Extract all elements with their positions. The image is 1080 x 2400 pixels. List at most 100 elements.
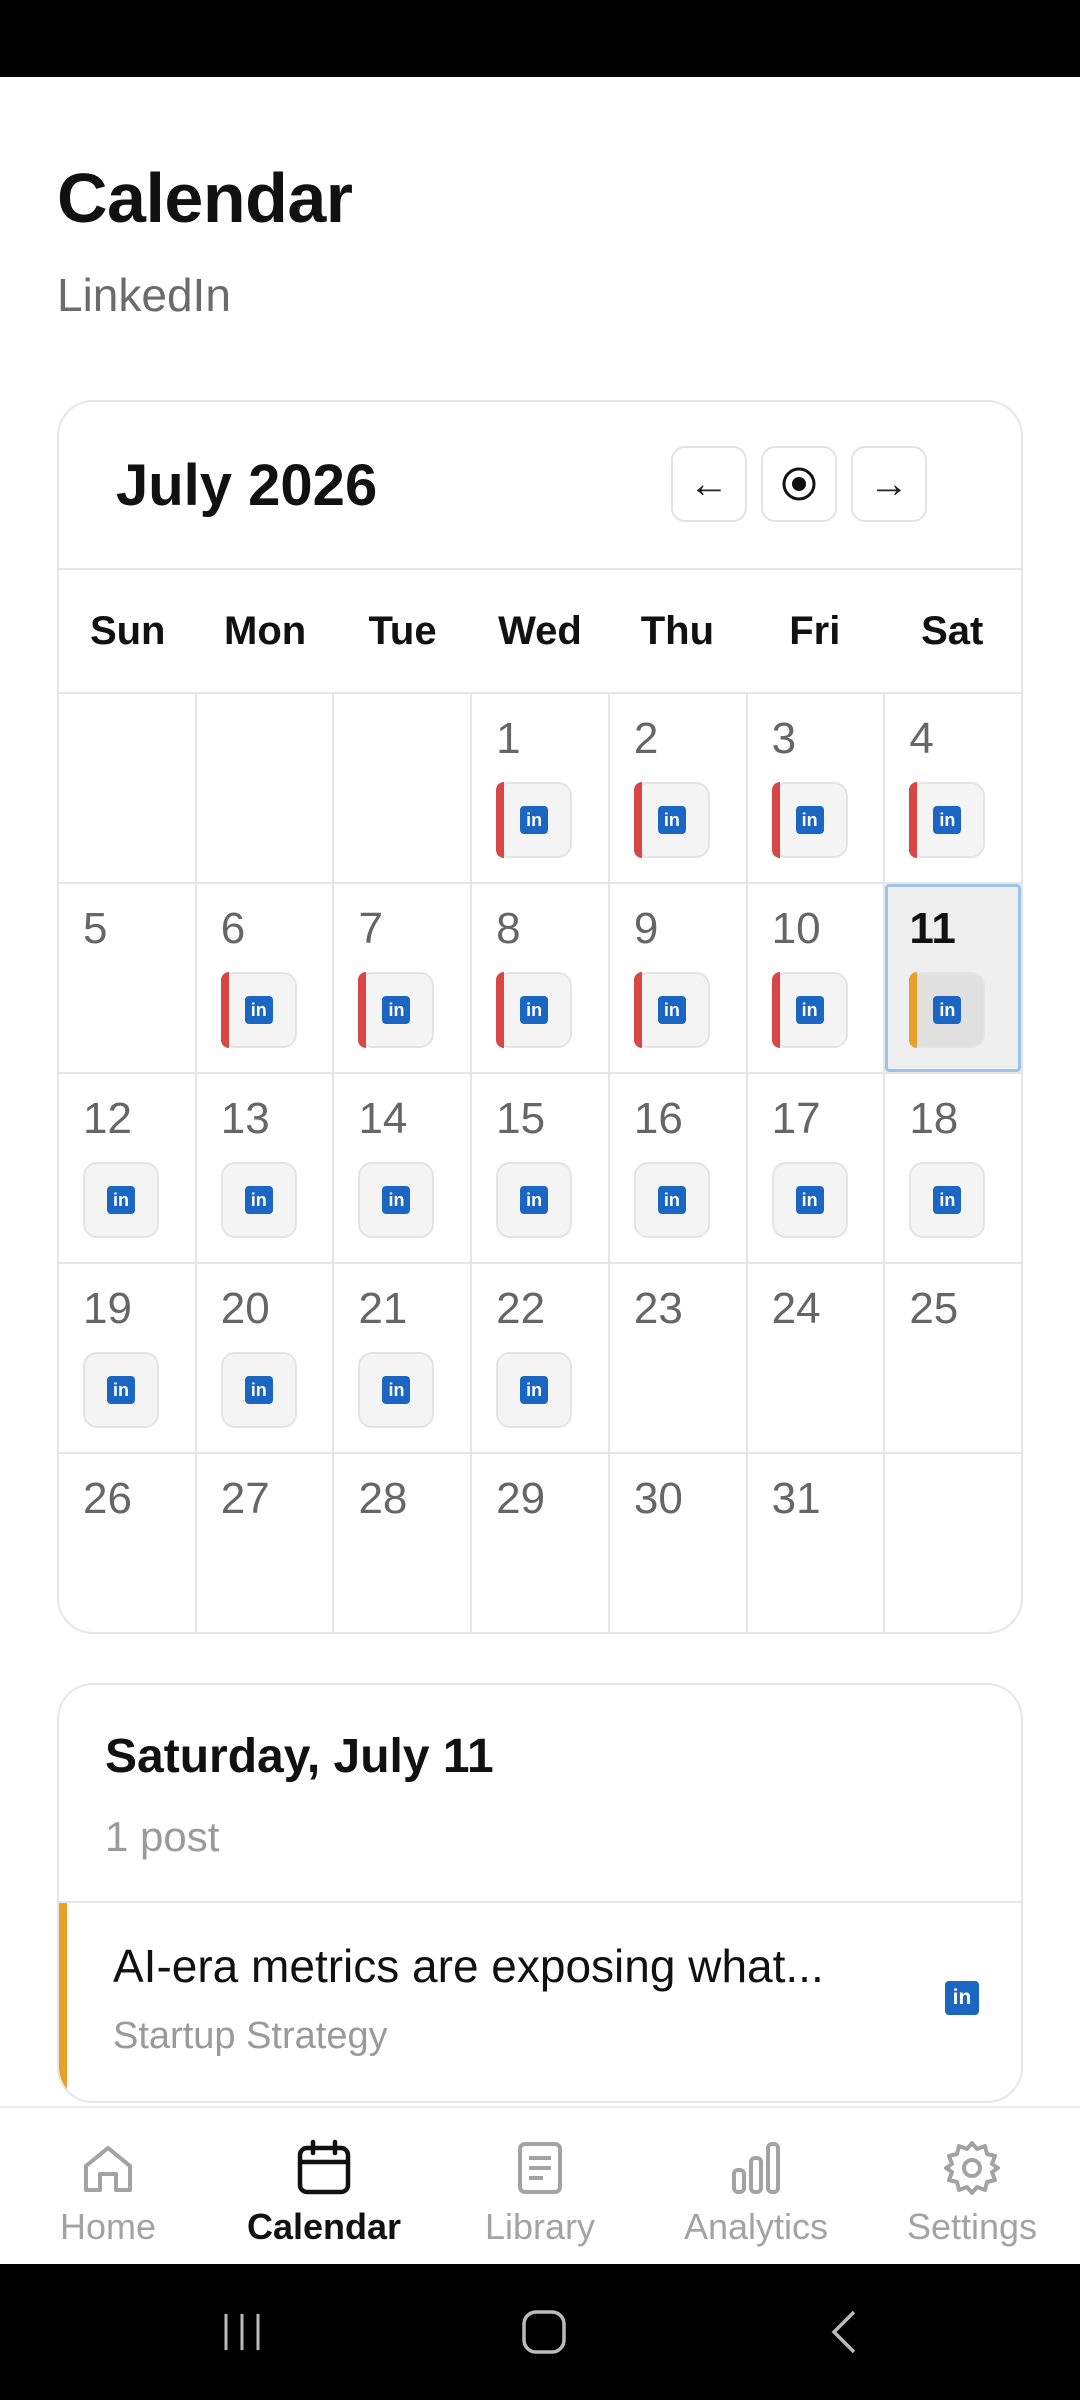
day-cell[interactable]: 19 in — [59, 1264, 197, 1452]
linkedin-icon: in — [520, 1376, 549, 1404]
scheduled-post-chip[interactable]: in — [83, 1162, 159, 1238]
day-cell[interactable]: 25 — [885, 1264, 1021, 1452]
tab-label: Settings — [906, 2206, 1038, 2247]
today-button[interactable] — [761, 446, 837, 522]
day-number: 9 — [633, 904, 659, 953]
day-number: 6 — [220, 904, 246, 953]
calendar-week-row: 12 in 13 in 14 in 15 in 16 in 17 in 18 i… — [59, 1074, 1021, 1264]
system-navigation-bar — [0, 2264, 1080, 2400]
day-cell[interactable]: 27 — [197, 1454, 335, 1632]
scheduled-post-chip[interactable]: in — [220, 1352, 297, 1428]
day-cell[interactable]: 2 in — [610, 694, 748, 882]
day-cell[interactable]: 20 in — [197, 1264, 335, 1452]
scheduled-post-chip[interactable]: in — [358, 1162, 435, 1238]
day-cell[interactable]: 5 — [59, 884, 197, 1072]
linkedin-icon: in — [795, 996, 824, 1024]
day-cell[interactable]: 7 in — [334, 884, 473, 1072]
recent-apps-button[interactable] — [182, 2264, 302, 2400]
scheduled-post-chip[interactable]: in — [358, 972, 435, 1048]
day-cell[interactable]: 23 — [610, 1264, 748, 1452]
back-button[interactable] — [786, 2264, 906, 2400]
tab-home[interactable]: Home — [0, 2108, 216, 2266]
day-cell[interactable]: 9 in — [610, 884, 748, 1072]
scheduled-post-chip[interactable]: in — [220, 1162, 297, 1238]
day-number: 2 — [633, 714, 659, 763]
day-cell[interactable]: 18 in — [885, 1074, 1021, 1262]
scheduled-post-chip[interactable]: in — [496, 1162, 573, 1238]
calendar-card: July 2026 ← → Sun Mon Tue Wed Thu Fri Sa… — [57, 400, 1023, 1634]
scheduled-post-chip[interactable]: in — [909, 972, 986, 1048]
day-number: 5 — [83, 904, 108, 953]
scheduled-post-chip[interactable]: in — [909, 782, 986, 858]
day-number: 11 — [909, 904, 956, 953]
day-cell[interactable]: 15 in — [472, 1074, 610, 1262]
day-cell[interactable]: 26 — [59, 1454, 197, 1632]
tab-calendar[interactable]: Calendar — [216, 2108, 432, 2266]
tab-analytics[interactable]: Analytics — [648, 2108, 864, 2266]
prev-month-button[interactable]: ← — [671, 446, 747, 522]
day-cell[interactable]: 10 in — [748, 884, 886, 1072]
linkedin-icon: in — [382, 996, 411, 1024]
tab-library[interactable]: Library — [432, 2108, 648, 2266]
scheduled-post-chip[interactable]: in — [771, 972, 848, 1048]
linkedin-icon: in — [933, 996, 962, 1024]
scheduled-post-chip[interactable]: in — [771, 1162, 848, 1238]
day-number: 26 — [83, 1474, 132, 1523]
scheduled-post-chip[interactable]: in — [909, 1162, 986, 1238]
day-cell[interactable]: 17 in — [748, 1074, 886, 1262]
weekday-label: Mon — [224, 608, 307, 653]
next-month-button[interactable]: → — [851, 446, 927, 522]
tab-label: Analytics — [683, 2206, 829, 2247]
day-cell[interactable]: 30 — [610, 1454, 748, 1632]
day-cell[interactable]: 13 in — [197, 1074, 335, 1262]
day-cell[interactable]: 21 in — [334, 1264, 473, 1452]
day-cell[interactable]: 1 in — [472, 694, 610, 882]
weekday-label: Sat — [921, 608, 984, 653]
scheduled-post-chip[interactable]: in — [496, 1352, 573, 1428]
day-number: 17 — [771, 1094, 821, 1143]
day-cell[interactable]: 14 in — [334, 1074, 473, 1262]
scheduled-post-chip[interactable]: in — [496, 972, 573, 1048]
post-title: AI-era metrics are exposing what... — [113, 1940, 824, 1992]
day-cell[interactable]: 3 in — [748, 694, 886, 882]
day-cell[interactable]: 28 — [334, 1454, 473, 1632]
day-cell[interactable]: 29 — [472, 1454, 610, 1632]
day-cell[interactable]: 16 in — [610, 1074, 748, 1262]
weekday-label: Wed — [498, 608, 582, 653]
day-cell[interactable]: 8 in — [472, 884, 610, 1072]
scheduled-post-chip[interactable]: in — [633, 1162, 710, 1238]
weekday-label: Sun — [89, 608, 166, 653]
day-cell[interactable]: 22 in — [472, 1264, 610, 1452]
day-cell[interactable]: 31 — [748, 1454, 886, 1632]
post-list-item[interactable]: AI-era metrics are exposing what... Star… — [59, 1901, 1021, 2101]
calendar-grid: 1 in 2 in 3 in 4 in 5 6 in 7 in 8 in 9 i… — [59, 694, 1021, 1632]
day-cell-selected[interactable]: 11 in — [885, 884, 1021, 1072]
scheduled-post-chip[interactable]: in — [633, 782, 710, 858]
linkedin-icon: in — [382, 1376, 411, 1404]
day-cell[interactable]: 12 in — [59, 1074, 197, 1262]
page-title: Calendar — [57, 159, 353, 237]
day-cell-empty — [885, 1454, 1021, 1632]
post-category: Startup Strategy — [113, 2015, 388, 2057]
day-number: 29 — [496, 1474, 546, 1523]
tab-settings[interactable]: Settings — [864, 2108, 1080, 2266]
status-bar — [0, 0, 1080, 77]
home-nav-button[interactable] — [484, 2264, 604, 2400]
scheduled-post-chip[interactable]: in — [771, 782, 848, 858]
linkedin-icon: in — [244, 1376, 273, 1404]
scheduled-post-chip[interactable]: in — [496, 782, 573, 858]
scheduled-post-chip[interactable]: in — [633, 972, 710, 1048]
calendar-header: July 2026 ← → — [59, 402, 1021, 570]
weekday-header-row: Sun Mon Tue Wed Thu Fri Sat — [59, 570, 1021, 694]
scheduled-post-chip[interactable]: in — [220, 972, 297, 1048]
day-cell[interactable]: 4 in — [885, 694, 1021, 882]
post-count: 1 post — [105, 1813, 220, 1860]
scheduled-post-chip[interactable]: in — [358, 1352, 435, 1428]
calendar-week-row: 19 in 20 in 21 in 22 in 23 24 25 — [59, 1264, 1021, 1454]
scheduled-post-chip[interactable]: in — [83, 1352, 159, 1428]
day-cell[interactable]: 6 in — [197, 884, 335, 1072]
day-number: 10 — [771, 904, 821, 953]
day-number: 8 — [496, 904, 521, 953]
day-cell[interactable]: 24 — [748, 1264, 886, 1452]
calendar-week-row: 1 in 2 in 3 in 4 in — [59, 694, 1021, 884]
